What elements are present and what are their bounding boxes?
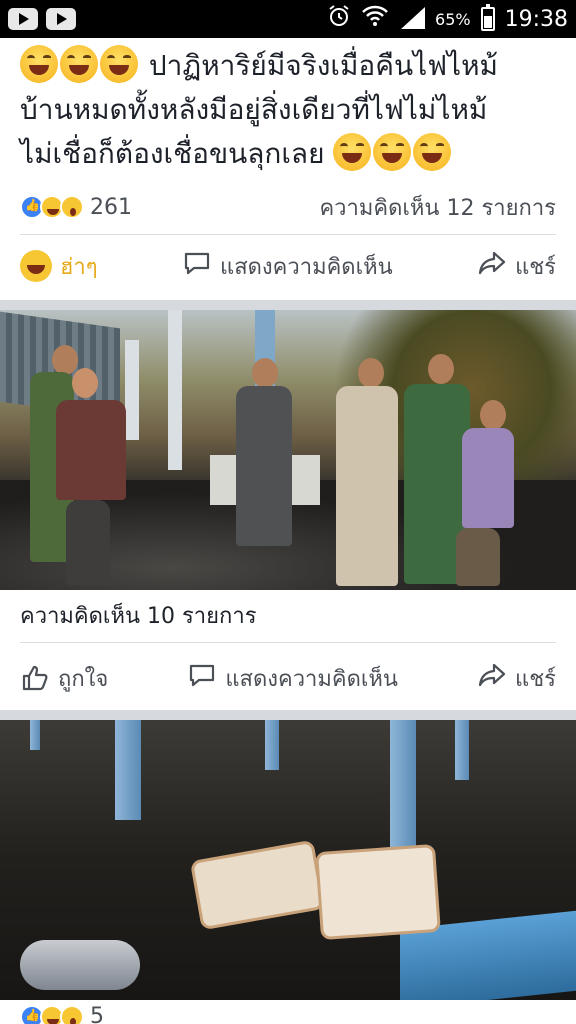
- post-separator: [0, 710, 576, 720]
- rofl-emoji-icon: [413, 133, 452, 171]
- person: [236, 386, 292, 546]
- rofl-emoji-icon: [333, 133, 372, 171]
- clock: 19:38: [504, 6, 568, 32]
- burnt-poster: [315, 843, 441, 941]
- share-label: แชร์: [515, 666, 556, 692]
- comment-button[interactable]: แสดงความคิดเห็น: [187, 660, 398, 696]
- person: [56, 400, 126, 500]
- laughing-emoji-icon: [20, 45, 58, 83]
- rofl-emoji-icon: [373, 133, 412, 171]
- reaction-count: 261: [90, 194, 132, 220]
- post-text-line-2: บ้านหมดทั้งหลังมีอยู่สิ่งเดียวที่ไฟไม่ไห…: [20, 93, 488, 126]
- post2-actions: ถูกใจ แสดงความคิดเห็น แชร์: [0, 648, 576, 708]
- wow-reaction-icon: [60, 1004, 84, 1024]
- post1-actions: ฮ่าๆ แสดงความคิดเห็น แชร์: [0, 236, 576, 296]
- comment-button[interactable]: แสดงความคิดเห็น: [182, 248, 393, 284]
- notification-icons: [8, 8, 76, 30]
- wifi-icon: [361, 4, 389, 34]
- signal-icon: [399, 7, 426, 31]
- laughing-emoji-icon: [100, 45, 138, 83]
- post2-photo[interactable]: [0, 310, 576, 590]
- react-label: ฮ่าๆ: [60, 254, 98, 280]
- person: [336, 386, 398, 586]
- share-icon: [477, 248, 507, 284]
- comment-icon: [187, 660, 217, 696]
- share-button[interactable]: แชร์: [477, 248, 556, 284]
- youtube-icon: [8, 8, 38, 30]
- post-separator: [0, 300, 576, 310]
- share-label: แชร์: [515, 254, 556, 280]
- laughing-emoji-icon: [60, 45, 98, 83]
- post1-stats: 261 ความคิดเห็น 12 รายการ: [20, 190, 556, 224]
- post3-photo[interactable]: [0, 720, 576, 1000]
- reaction-summary[interactable]: 261: [20, 195, 132, 220]
- thumbs-up-icon: [20, 663, 50, 693]
- share-button[interactable]: แชร์: [477, 660, 556, 696]
- comment-label: แสดงความคิดเห็น: [225, 666, 398, 692]
- comment-count[interactable]: ความคิดเห็น 12 รายการ: [319, 190, 556, 225]
- alarm-icon: [327, 4, 351, 34]
- post3-stats: 5: [20, 1004, 104, 1024]
- battery-percent: 65%: [435, 9, 471, 29]
- status-bar: 65% 19:38: [0, 0, 576, 38]
- react-button[interactable]: ฮ่าๆ: [20, 249, 98, 284]
- share-icon: [477, 660, 507, 696]
- post-text: ปาฏิหาริย์มีจริงเมื่อคืนไฟไหม้ บ้านหมดทั…: [20, 44, 560, 176]
- youtube-icon: [46, 8, 76, 30]
- divider: [20, 234, 556, 235]
- comment-label: แสดงความคิดเห็น: [220, 254, 393, 280]
- like-label: ถูกใจ: [58, 666, 109, 692]
- system-icons: 65% 19:38: [327, 4, 568, 34]
- comment-count[interactable]: ความคิดเห็น 10 รายการ: [20, 600, 257, 634]
- like-button[interactable]: ถูกใจ: [20, 661, 108, 696]
- haha-icon: [20, 250, 52, 282]
- comment-icon: [182, 248, 212, 284]
- wow-reaction-icon: [60, 195, 84, 219]
- person: [462, 428, 514, 528]
- burnt-poster: [189, 839, 326, 931]
- post-text-line-3: ไม่เชื่อก็ต้องเชื่อขนลุกเลย: [20, 132, 560, 176]
- divider: [20, 642, 556, 643]
- battery-icon: [480, 4, 495, 31]
- reaction-count: 5: [90, 1004, 104, 1024]
- post-text-line-1: ปาฏิหาริย์มีจริงเมื่อคืนไฟไหม้: [20, 44, 560, 88]
